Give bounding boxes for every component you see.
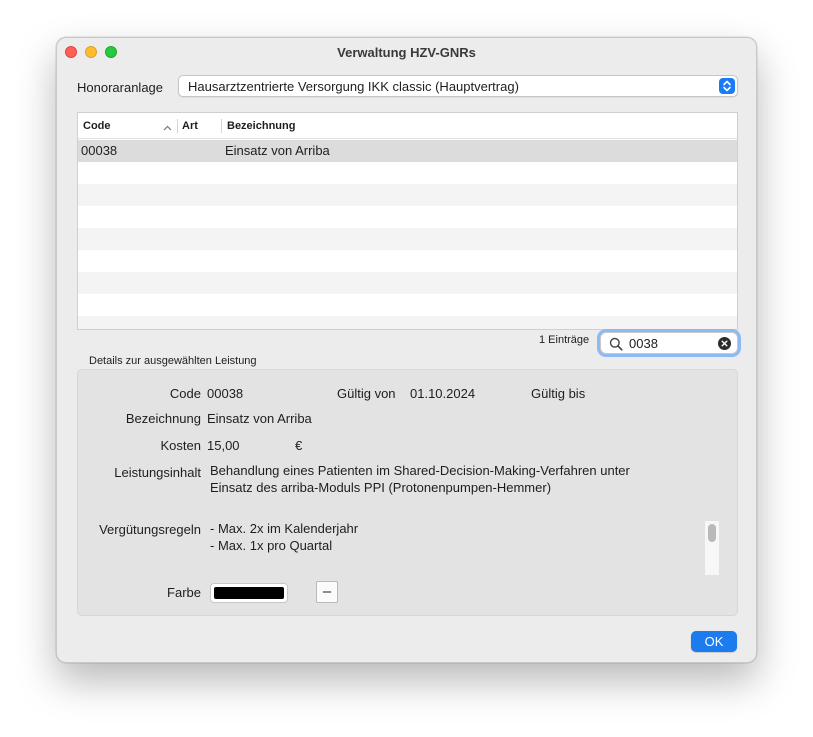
column-header-bezeichnung[interactable]: Bezeichnung	[227, 120, 295, 132]
table-row[interactable]: 00038 Einsatz von Arriba	[78, 140, 737, 162]
gueltig-von-value: 01.10.2024	[410, 386, 476, 401]
farbe-swatch	[214, 587, 284, 599]
empty-row	[78, 316, 737, 329]
empty-row	[78, 184, 737, 206]
bezeichnung-value: Einsatz von Arriba	[207, 411, 312, 426]
search-input[interactable]: 0038	[629, 336, 658, 351]
farbe-label: Farbe	[167, 585, 201, 600]
column-header-code[interactable]: Code	[83, 120, 111, 132]
honoraranlage-label: Honoraranlage	[77, 80, 164, 95]
remove-color-button[interactable]: –	[316, 581, 338, 603]
table-header: Code Art Bezeichnung	[78, 113, 737, 139]
kosten-label: Kosten	[160, 438, 201, 453]
gueltig-bis-label: Gültig bis	[531, 386, 586, 401]
clear-search-icon[interactable]	[718, 337, 731, 353]
sort-ascending-icon	[163, 122, 172, 134]
column-separator	[221, 119, 222, 133]
code-label: Code	[169, 386, 201, 401]
verguetungsregel-line: - Max. 2x im Kalenderjahr	[210, 521, 359, 536]
leistungsinhalt-line: Einsatz des arriba-Moduls PPI (Protonenp…	[210, 480, 552, 495]
verguetungsregeln-scrollbar[interactable]	[705, 521, 719, 575]
scrollbar-thumb[interactable]	[708, 524, 716, 542]
empty-row	[78, 250, 737, 272]
empty-row	[78, 272, 737, 294]
empty-row	[78, 228, 737, 250]
leistungsinhalt-line: Behandlung eines Patienten im Shared-Dec…	[210, 463, 630, 478]
verguetungsregel-line: - Max. 1x pro Quartal	[210, 538, 333, 553]
bezeichnung-label: Bezeichnung	[125, 411, 201, 426]
details-section-label: Details zur ausgewählten Leistung	[89, 355, 257, 367]
verguetungsregeln-label: Vergütungsregeln	[99, 522, 201, 537]
empty-row	[78, 294, 737, 316]
honoraranlage-select[interactable]: Hausarztzentrierte Versorgung IKK classi…	[178, 75, 738, 97]
honoraranlage-selected-value: Hausarztzentrierte Versorgung IKK classi…	[188, 79, 519, 94]
gnr-table[interactable]: Code Art Bezeichnung 00038 Einsatz von A…	[77, 112, 738, 330]
farbe-color-well[interactable]	[210, 583, 288, 603]
empty-row	[78, 162, 737, 184]
gueltig-von-label: Gültig von	[337, 386, 396, 401]
entry-count: 1 Einträge	[539, 334, 590, 346]
ok-button[interactable]: OK	[691, 631, 737, 652]
column-separator	[177, 119, 178, 133]
code-value: 00038	[207, 386, 244, 401]
kosten-value: 15,00	[207, 438, 240, 453]
cell-code: 00038	[81, 143, 118, 158]
titlebar: Verwaltung HZV-GNRs	[57, 38, 756, 66]
chevron-updown-icon	[719, 78, 735, 94]
details-panel: Code 00038 Gültig von 01.10.2024 Gültig …	[77, 369, 738, 616]
search-field[interactable]: 0038	[600, 332, 738, 354]
window-title: Verwaltung HZV-GNRs	[337, 45, 476, 60]
empty-row	[78, 206, 737, 228]
search-icon	[609, 337, 623, 354]
verguetungsregeln-text[interactable]: - Max. 2x im Kalenderjahr - Max. 1x pro …	[210, 520, 690, 574]
dialog-window: Verwaltung HZV-GNRs Honoraranlage Hausar…	[56, 37, 757, 663]
column-header-art[interactable]: Art	[182, 120, 198, 132]
currency-symbol: €	[295, 438, 303, 453]
cell-bezeichnung: Einsatz von Arriba	[225, 143, 330, 158]
leistungsinhalt-label: Leistungsinhalt	[114, 465, 201, 480]
